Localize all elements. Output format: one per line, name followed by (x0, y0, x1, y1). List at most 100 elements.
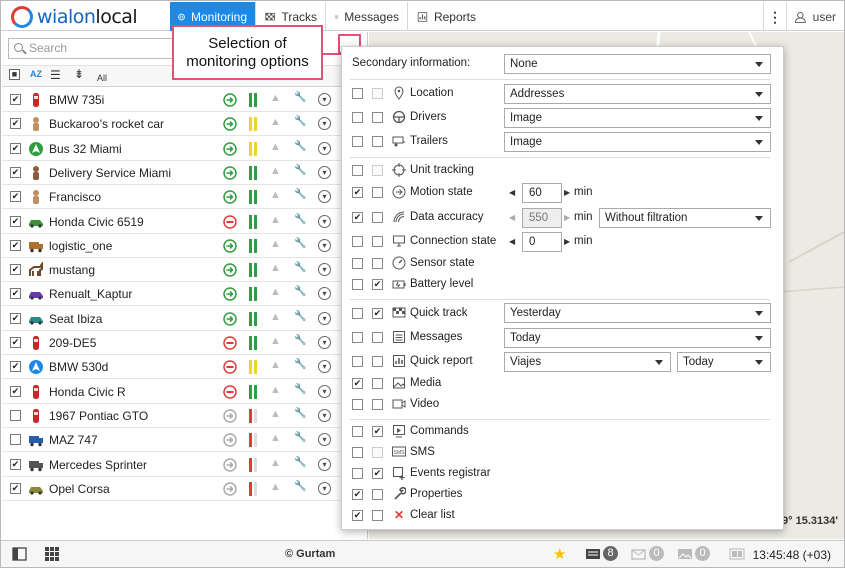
image-icon[interactable]: ▲ (270, 141, 281, 153)
unit-row[interactable]: ✔ Honda Civic R ▲ 🔧 ▾ (2, 380, 368, 404)
photos-counter[interactable]: 0 (677, 546, 710, 561)
star-icon[interactable]: ★ (553, 545, 566, 563)
dropdown-circle-icon[interactable]: ▾ (318, 336, 331, 349)
connection-state-map-checkbox[interactable] (352, 236, 363, 247)
more-menu-button[interactable]: ⋮ (763, 2, 786, 31)
connection-state-input[interactable]: 0 (522, 232, 562, 252)
quick-report-period-select[interactable]: Today (677, 352, 771, 372)
wrench-icon[interactable]: 🔧 (294, 359, 306, 370)
wrench-icon[interactable]: 🔧 (294, 432, 306, 443)
image-icon[interactable]: ▲ (270, 408, 281, 420)
media-list-checkbox[interactable] (372, 378, 383, 389)
unit-checkbox[interactable]: ✔ (10, 142, 21, 154)
image-icon[interactable]: ▲ (270, 384, 281, 396)
dropdown-circle-icon[interactable]: ▾ (318, 457, 331, 471)
wrench-icon[interactable]: 🔧 (294, 92, 306, 103)
unit-tracking-checkbox[interactable] (352, 165, 363, 176)
location-select[interactable]: Addresses (504, 84, 771, 104)
notifications-counter[interactable]: 0 (631, 546, 664, 561)
image-icon[interactable]: ▲ (270, 214, 281, 226)
drivers-map-checkbox[interactable] (352, 112, 363, 123)
all-button[interactable]: All (97, 73, 107, 83)
list-view-icon[interactable]: ☰ (50, 68, 61, 82)
unit-row[interactable]: ✔ Opel Corsa ▲ 🔧 ▾ (2, 477, 368, 501)
data-accuracy-input[interactable]: 550 (522, 208, 562, 228)
dropdown-circle-icon[interactable]: ▾ (318, 481, 331, 495)
video-list-checkbox[interactable] (372, 399, 383, 410)
quick-report-list-checkbox[interactable] (372, 356, 383, 367)
quick-track-map-checkbox[interactable] (352, 308, 363, 319)
unit-row[interactable]: ✔ Bus 32 Miami ▲ 🔧 ▾ (2, 137, 368, 161)
unit-checkbox[interactable]: ✔ (10, 337, 21, 348)
unit-checkbox[interactable]: ✔ (10, 385, 21, 397)
wrench-icon[interactable]: 🔧 (294, 311, 306, 322)
wrench-icon[interactable]: 🔧 (294, 238, 306, 249)
dropdown-circle-icon[interactable]: ▾ (318, 360, 331, 374)
unit-checkbox[interactable]: ✔ (10, 94, 21, 105)
motion-decrement[interactable]: ◀ (509, 188, 515, 197)
motion-state-list-checkbox[interactable] (372, 187, 383, 198)
accuracy-increment[interactable]: ▶ (564, 213, 570, 222)
data-accuracy-list-checkbox[interactable] (372, 212, 383, 223)
tab-reports[interactable]: Reports (409, 2, 484, 31)
image-icon[interactable]: ▲ (270, 359, 281, 371)
wrench-icon[interactable]: 🔧 (294, 262, 306, 273)
quick-report-template-select[interactable]: Viajes (504, 352, 671, 372)
dropdown-circle-icon[interactable]: ▾ (318, 190, 331, 204)
image-icon[interactable]: ▲ (270, 262, 281, 274)
video-panel-icon[interactable] (729, 548, 745, 560)
quick-track-list-checkbox[interactable]: ✔ (372, 308, 383, 319)
commands-list-checkbox[interactable]: ✔ (372, 426, 383, 437)
image-icon[interactable]: ▲ (270, 189, 281, 201)
location-map-checkbox[interactable] (352, 88, 363, 99)
unit-checkbox[interactable]: ✔ (10, 118, 21, 130)
media-map-checkbox[interactable]: ✔ (352, 378, 363, 389)
unit-checkbox[interactable]: ✔ (10, 458, 21, 470)
unit-checkbox[interactable] (10, 409, 21, 421)
accuracy-filter-select[interactable]: Without filtration (599, 208, 771, 228)
quick-track-select[interactable]: Yesterday (504, 303, 771, 323)
messages-map-checkbox[interactable] (352, 332, 363, 343)
wrench-icon[interactable]: 🔧 (294, 481, 306, 492)
dropdown-circle-icon[interactable]: ▾ (318, 311, 331, 325)
motion-increment[interactable]: ▶ (564, 188, 570, 197)
dropdown-circle-icon[interactable]: ▾ (318, 117, 331, 131)
image-icon[interactable]: ▲ (270, 335, 281, 347)
wrench-icon[interactable]: 🔧 (294, 141, 306, 152)
sms-map-checkbox[interactable] (352, 447, 363, 458)
image-icon[interactable]: ▲ (270, 92, 281, 104)
properties-map-checkbox[interactable]: ✔ (352, 489, 363, 500)
tab-messages[interactable]: Messages (327, 2, 408, 31)
unit-checkbox[interactable]: ✔ (10, 239, 21, 251)
events-map-checkbox[interactable] (352, 468, 363, 479)
image-icon[interactable]: ▲ (270, 286, 281, 298)
unit-row[interactable]: ✔ Mercedes Sprinter ▲ 🔧 ▾ (2, 453, 368, 477)
dropdown-circle-icon[interactable]: ▾ (318, 93, 331, 106)
wrench-icon[interactable]: 🔧 (294, 214, 306, 225)
unit-checkbox[interactable]: ✔ (10, 288, 21, 300)
unit-row[interactable]: ✔ Buckaroo's rocket car ▲ 🔧 ▾ (2, 112, 368, 137)
trailers-select[interactable]: Image (504, 132, 771, 152)
unit-row[interactable]: ✔ logistic_one ▲ 🔧 ▾ (2, 234, 368, 258)
unit-checkbox[interactable]: ✔ (10, 215, 21, 227)
apps-grid-icon[interactable] (45, 547, 59, 561)
accuracy-decrement[interactable]: ◀ (509, 213, 515, 222)
video-map-checkbox[interactable] (352, 399, 363, 410)
filter-icon[interactable]: ⇟ (74, 67, 84, 81)
events-list-checkbox[interactable]: ✔ (372, 468, 383, 479)
unit-row[interactable]: ✔ Delivery Service Miami ▲ 🔧 ▾ (2, 161, 368, 185)
unit-row[interactable]: ✔ Francisco ▲ 🔧 ▾ (2, 185, 368, 210)
unit-checkbox[interactable]: ✔ (10, 191, 21, 203)
messages-counter[interactable]: 8 (585, 546, 618, 561)
user-menu-button[interactable]: user (786, 2, 843, 31)
motion-state-input[interactable]: 60 (522, 183, 562, 203)
wrench-icon[interactable]: 🔧 (294, 408, 306, 419)
wrench-icon[interactable]: 🔧 (294, 384, 306, 395)
dropdown-circle-icon[interactable]: ▾ (318, 433, 331, 447)
messages-list-checkbox[interactable] (372, 332, 383, 343)
dropdown-circle-icon[interactable]: ▾ (318, 238, 331, 252)
image-icon[interactable]: ▲ (270, 238, 281, 250)
unit-checkbox[interactable] (10, 434, 21, 446)
drivers-list-checkbox[interactable] (372, 112, 383, 123)
select-all-checkbox[interactable]: ■ (9, 69, 20, 80)
